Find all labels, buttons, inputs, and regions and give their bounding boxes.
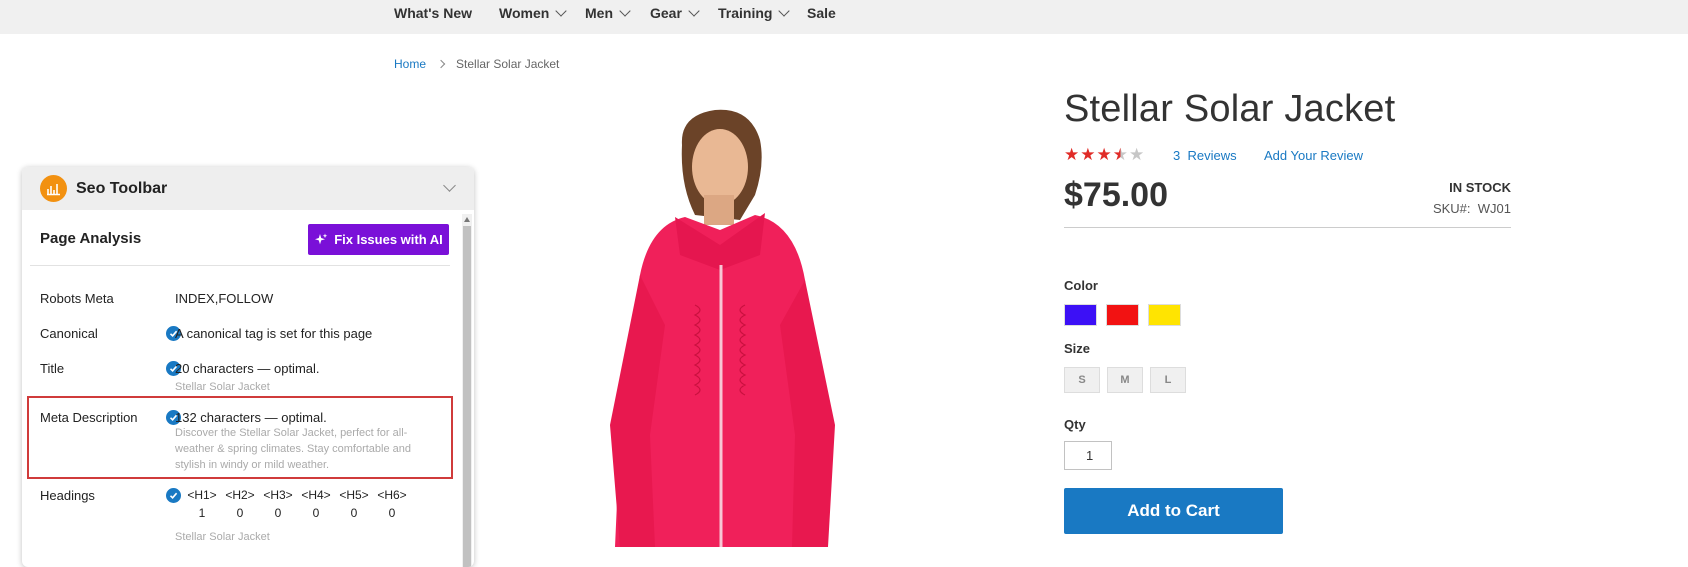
- size-option-l[interactable]: L: [1150, 367, 1186, 393]
- fix-issues-label: Fix Issues with AI: [334, 232, 443, 247]
- heading-count: 0: [274, 506, 282, 520]
- title-sub: Stellar Solar Jacket: [175, 381, 270, 393]
- seo-toolbar-header[interactable]: Seo Toolbar: [22, 167, 474, 210]
- nav-label: Women: [499, 5, 550, 21]
- reviews-link[interactable]: 3 Reviews: [1173, 148, 1237, 163]
- sku-value: WJ01: [1477, 201, 1511, 216]
- color-label: Color: [1064, 278, 1098, 293]
- reviews-label: Reviews: [1187, 148, 1237, 163]
- nav-item-men[interactable]: Men: [585, 5, 631, 21]
- meta-description-value: 132 characters — optimal.: [175, 410, 327, 425]
- headings-sub: Stellar Solar Jacket: [175, 531, 270, 543]
- color-swatch-yellow[interactable]: [1148, 304, 1181, 326]
- heading-tag: <H5>: [339, 488, 369, 502]
- nav-item-sale[interactable]: Sale: [807, 5, 836, 21]
- color-swatch-purple[interactable]: [1064, 304, 1097, 326]
- nav-item-whats-new[interactable]: What's New: [394, 5, 472, 21]
- check-icon: [166, 488, 181, 503]
- heading-col-h3: <H3> 0: [259, 486, 297, 522]
- heading-tag: <H3>: [263, 488, 293, 502]
- heading-count: 0: [236, 506, 244, 520]
- meta-description-label: Meta Description: [40, 410, 138, 425]
- seo-toolbar-panel: Seo Toolbar Page Analysis Fix Issues wit…: [22, 167, 474, 567]
- product-image[interactable]: [580, 105, 860, 547]
- chevron-down-icon: [688, 5, 700, 17]
- star-full-icon: ★: [1080, 145, 1096, 164]
- breadcrumb-home-link[interactable]: Home: [394, 57, 426, 71]
- size-options: S M L: [1064, 367, 1186, 393]
- color-swatches: [1064, 304, 1181, 326]
- heading-count: 1: [198, 506, 206, 520]
- sparkle-icon: [315, 233, 328, 244]
- heading-count: 0: [350, 506, 358, 520]
- seo-chart-icon: [40, 175, 67, 202]
- heading-tag: <H1>: [187, 488, 217, 502]
- heading-col-h6: <H6> 0: [373, 486, 411, 522]
- robots-meta-value: INDEX,FOLLOW: [175, 291, 274, 306]
- product-title: Stellar Solar Jacket: [1064, 88, 1396, 130]
- nav-label: Sale: [807, 5, 836, 21]
- robots-meta-label: Robots Meta: [40, 291, 114, 306]
- star-empty-icon: ★: [1129, 145, 1145, 164]
- nav-label: Men: [585, 5, 613, 21]
- chevron-down-icon: [555, 5, 567, 17]
- info-divider: [1064, 227, 1511, 228]
- top-navigation: What's New Women Men Gear Training Sale: [0, 0, 1688, 34]
- title-label: Title: [40, 361, 65, 376]
- heading-tag: <H2>: [225, 488, 255, 502]
- nav-label: Gear: [650, 5, 682, 21]
- heading-tag: <H6>: [377, 488, 407, 502]
- color-swatch-red[interactable]: [1106, 304, 1139, 326]
- rating-stars: ★ ★ ★ ★ ★: [1064, 146, 1144, 163]
- heading-count: 0: [312, 506, 320, 520]
- heading-col-h2: <H2> 0: [221, 486, 259, 522]
- reviews-count: 3: [1173, 148, 1181, 163]
- canonical-value: A canonical tag is set for this page: [175, 326, 373, 341]
- heading-col-h4: <H4> 0: [297, 486, 335, 522]
- chevron-down-icon: [778, 5, 791, 17]
- size-option-s[interactable]: S: [1064, 367, 1100, 393]
- qty-input[interactable]: [1064, 441, 1112, 470]
- sku-line: SKU#: WJ01: [1433, 201, 1511, 216]
- page-analysis-title: Page Analysis: [40, 230, 142, 247]
- stock-status: IN STOCK: [1449, 180, 1511, 195]
- size-option-m[interactable]: M: [1107, 367, 1143, 393]
- heading-col-h1: <H1> 1: [183, 486, 221, 522]
- sku-label: SKU#:: [1432, 201, 1471, 216]
- chevron-right-icon: [436, 59, 446, 69]
- nav-label: What's New: [394, 5, 473, 21]
- scroll-up-arrow-icon[interactable]: [464, 217, 470, 222]
- heading-tag: <H4>: [301, 488, 331, 502]
- star-full-icon: ★: [1096, 145, 1112, 164]
- neck-shape: [704, 195, 734, 225]
- breadcrumb: Home Stellar Solar Jacket: [394, 57, 559, 71]
- size-label: Size: [1064, 341, 1091, 356]
- star-full-icon: ★: [1064, 145, 1080, 164]
- product-price: $75.00: [1064, 176, 1168, 214]
- chevron-down-icon: [619, 5, 631, 17]
- row-divider: [30, 265, 450, 266]
- nav-item-women[interactable]: Women: [499, 5, 567, 21]
- scrollbar[interactable]: [462, 214, 472, 567]
- add-review-link[interactable]: Add Your Review: [1264, 148, 1363, 163]
- headings-label: Headings: [40, 488, 95, 503]
- add-to-cart-button[interactable]: Add to Cart: [1064, 488, 1283, 534]
- seo-toolbar-title: Seo Toolbar: [76, 179, 168, 197]
- breadcrumb-current: Stellar Solar Jacket: [456, 57, 560, 71]
- canonical-label: Canonical: [40, 326, 98, 341]
- chevron-down-icon[interactable]: [443, 179, 456, 192]
- star-half-icon: ★: [1112, 145, 1128, 164]
- title-value: 20 characters — optimal.: [175, 361, 320, 376]
- face-shape: [692, 129, 748, 205]
- headings-table: <H1> 1 <H2> 0 <H3> 0 <H4> 0 <H5> 0 <H6> 0: [183, 486, 411, 522]
- qty-label: Qty: [1064, 417, 1086, 432]
- meta-description-sub: Discover the Stellar Solar Jacket, perfe…: [175, 427, 412, 471]
- nav-label: Training: [718, 5, 773, 21]
- nav-item-training[interactable]: Training: [718, 5, 791, 21]
- fix-issues-ai-button[interactable]: Fix Issues with AI: [308, 224, 449, 255]
- heading-col-h5: <H5> 0: [335, 486, 373, 522]
- scrollbar-thumb[interactable]: [463, 226, 471, 567]
- heading-count: 0: [388, 506, 396, 520]
- nav-item-gear[interactable]: Gear: [650, 5, 700, 21]
